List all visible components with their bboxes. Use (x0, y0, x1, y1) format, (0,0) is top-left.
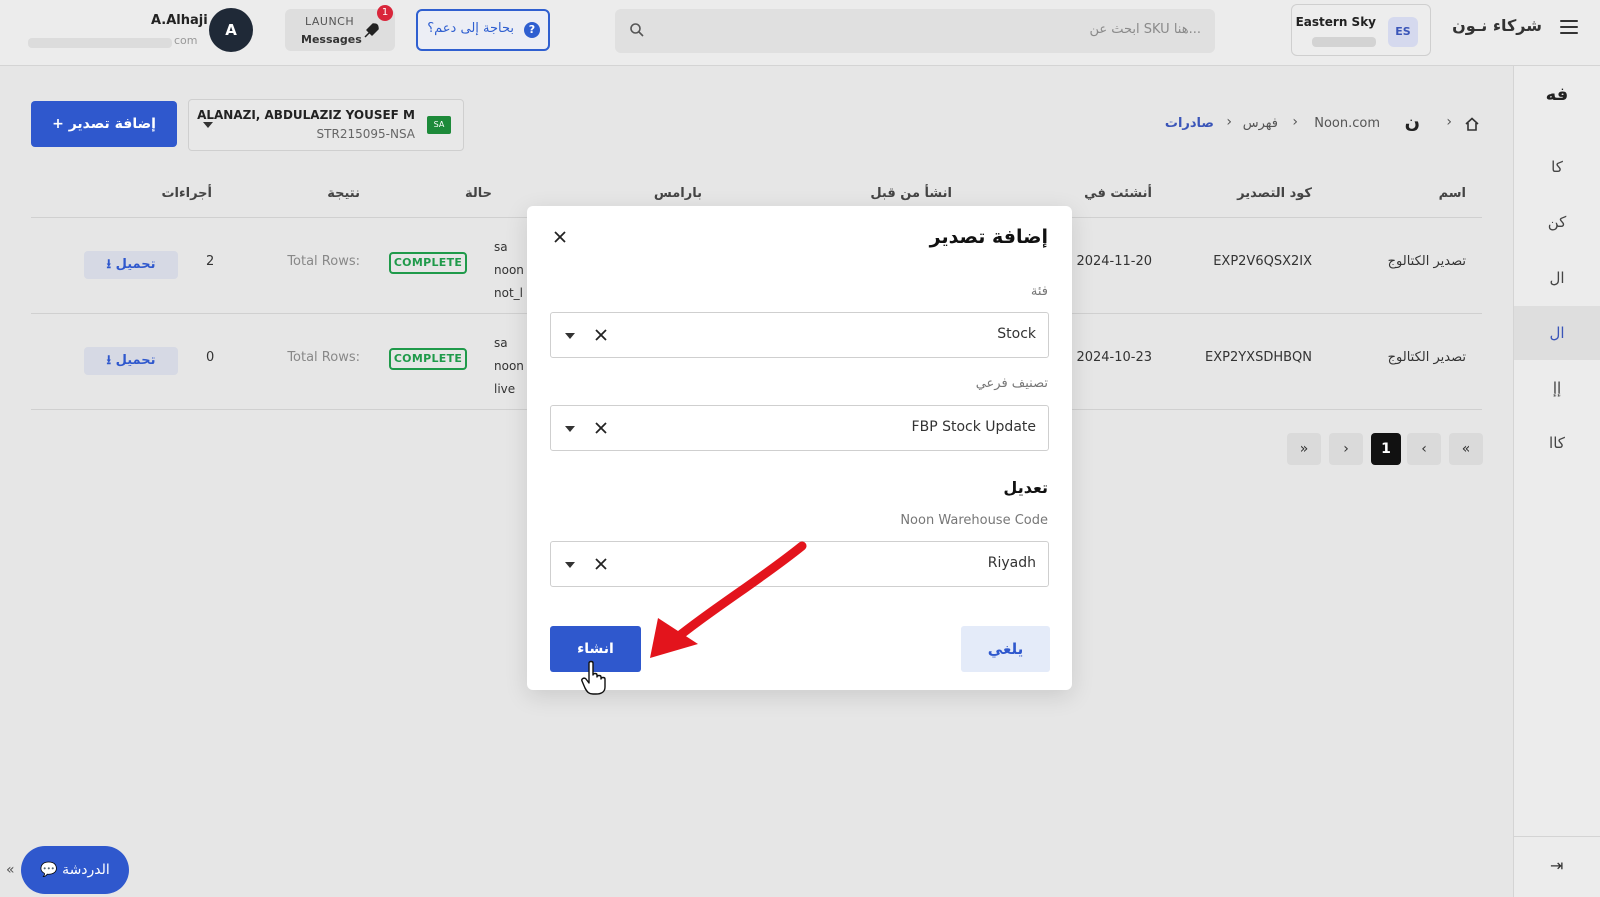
close-icon[interactable] (549, 226, 571, 248)
red-annotation-arrow-icon (650, 541, 807, 658)
category-select[interactable]: Stock (550, 312, 1049, 358)
category-label: فئة (1030, 284, 1048, 299)
clear-icon[interactable] (593, 327, 609, 343)
chevron-down-icon[interactable] (565, 426, 575, 432)
modal-title: إضافة تصدير (929, 226, 1048, 248)
chevron-down-icon[interactable] (565, 333, 575, 339)
cancel-button[interactable]: يلغي (961, 626, 1050, 672)
category-value: Stock (997, 326, 1036, 342)
chevron-down-icon[interactable] (565, 562, 575, 568)
modify-section-title: تعديل (1003, 478, 1048, 497)
hand-pointer-cursor-icon (581, 660, 606, 695)
warehouse-value: Riyadh (987, 555, 1036, 571)
subcategory-label: تصنيف فرعي (975, 376, 1048, 391)
subcategory-select[interactable]: FBP Stock Update (550, 405, 1049, 451)
warehouse-label: Noon Warehouse Code (900, 513, 1048, 528)
subcategory-value: FBP Stock Update (911, 419, 1036, 435)
clear-icon[interactable] (593, 556, 609, 572)
clear-icon[interactable] (593, 420, 609, 436)
